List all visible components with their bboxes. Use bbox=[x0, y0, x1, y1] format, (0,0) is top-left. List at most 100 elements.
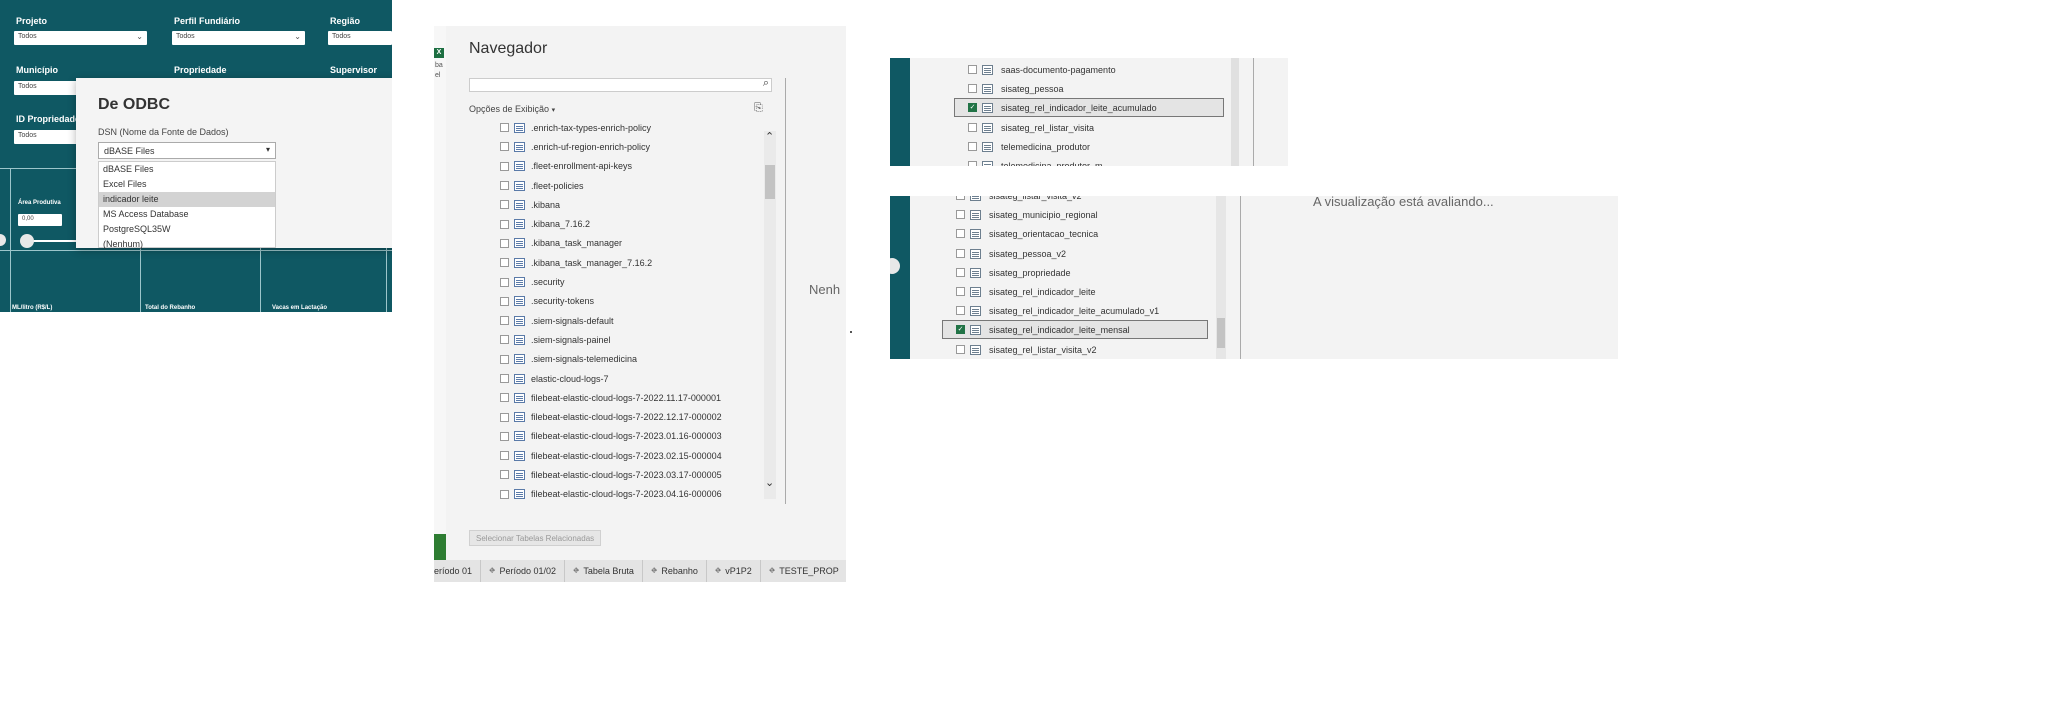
sheet-tab[interactable]: ⛖ TESTE_PROP bbox=[761, 560, 846, 582]
filter-projeto-select[interactable]: Todos ⌄ bbox=[14, 31, 147, 45]
list-item[interactable]: sisateg_propriedade bbox=[956, 263, 1071, 282]
checkbox[interactable] bbox=[956, 229, 965, 238]
dsn-option-highlighted[interactable]: indicador leite bbox=[99, 192, 275, 207]
dsn-option[interactable]: MS Access Database bbox=[99, 207, 275, 222]
checkbox-checked[interactable]: ✓ bbox=[968, 103, 977, 112]
checkbox[interactable] bbox=[500, 470, 509, 480]
list-item[interactable]: sisateg_municipio_regional bbox=[956, 205, 1098, 224]
checkbox[interactable] bbox=[500, 200, 509, 210]
list-item[interactable]: .fleet-policies bbox=[500, 176, 770, 195]
checkbox[interactable] bbox=[500, 451, 509, 461]
checkbox[interactable] bbox=[500, 219, 509, 229]
refresh-icon[interactable]: ⎘ bbox=[754, 102, 763, 115]
search-icon[interactable]: ⌕ bbox=[763, 77, 769, 90]
dsn-select[interactable]: dBASE Files ▾ bbox=[98, 142, 276, 159]
scrollbar-thumb[interactable] bbox=[1217, 318, 1225, 348]
list-item[interactable]: sisateg_rel_listar_visita bbox=[968, 118, 1094, 137]
checkbox[interactable] bbox=[500, 277, 509, 287]
checkbox[interactable] bbox=[500, 335, 509, 345]
list-item[interactable]: .siem-signals-default bbox=[500, 311, 770, 330]
navigator-search-input[interactable]: ⌕ bbox=[469, 77, 772, 92]
checkbox[interactable] bbox=[968, 161, 977, 166]
checkbox[interactable] bbox=[500, 296, 509, 306]
checkbox-checked[interactable]: ✓ bbox=[956, 325, 965, 334]
checkbox[interactable] bbox=[500, 354, 509, 364]
sheet-tab[interactable]: ⛖ Período 01/02 bbox=[481, 560, 565, 582]
dsn-option[interactable]: PostgreSQL35W bbox=[99, 222, 275, 237]
list-item[interactable]: .kibana_task_manager bbox=[500, 234, 770, 253]
scrollbar[interactable] bbox=[1216, 196, 1226, 359]
select-related-tables-button[interactable]: Selecionar Tabelas Relacionadas bbox=[469, 530, 602, 546]
checkbox[interactable] bbox=[500, 123, 509, 133]
checkbox[interactable] bbox=[956, 210, 965, 219]
checkbox[interactable] bbox=[956, 287, 965, 296]
checkbox[interactable] bbox=[956, 345, 965, 354]
list-item[interactable]: .siem-signals-painel bbox=[500, 330, 770, 349]
list-item[interactable]: sisateg_rel_indicador_leite bbox=[956, 282, 1096, 301]
checkbox[interactable] bbox=[500, 489, 509, 499]
checkbox[interactable] bbox=[500, 431, 509, 441]
list-item[interactable]: elastic-cloud-logs-7 bbox=[500, 369, 770, 388]
checkbox[interactable] bbox=[968, 65, 977, 74]
list-item[interactable]: .kibana_task_manager_7.16.2 bbox=[500, 253, 770, 272]
list-item[interactable]: filebeat-elastic-cloud-logs-7-2022.11.17… bbox=[500, 388, 770, 407]
list-item[interactable]: .siem-signals-telemedicina bbox=[500, 350, 770, 369]
list-item[interactable]: telemedicina_produtor bbox=[968, 137, 1090, 156]
list-item[interactable]: saas-documento-pagamento bbox=[968, 60, 1116, 79]
list-item[interactable]: .enrich-tax-types-enrich-policy bbox=[500, 118, 770, 137]
checkbox[interactable] bbox=[500, 142, 509, 152]
dsn-option[interactable]: (Nenhum) bbox=[99, 237, 275, 252]
list-item[interactable]: filebeat-elastic-cloud-logs-7-2023.02.15… bbox=[500, 446, 770, 465]
checkbox[interactable] bbox=[956, 268, 965, 277]
checkbox[interactable] bbox=[500, 316, 509, 326]
checkbox[interactable] bbox=[500, 238, 509, 248]
list-item[interactable]: sisateg_rel_indicador_leite_acumulado_v1 bbox=[956, 301, 1159, 320]
area-min-input[interactable]: 0,00 bbox=[18, 214, 62, 226]
slider-handle[interactable] bbox=[0, 234, 6, 246]
filter-municipio-select[interactable]: Todos bbox=[14, 81, 84, 95]
sheet-tab[interactable]: ⛖ Tabela Bruta bbox=[565, 560, 643, 582]
dsn-option[interactable]: dBASE Files bbox=[99, 162, 275, 177]
list-item[interactable]: sisateg_rel_listar_visita_v2 bbox=[956, 340, 1097, 359]
sheet-tab[interactable]: eríodo 01 bbox=[434, 560, 482, 582]
chevron-down-icon[interactable]: ⌄ bbox=[765, 476, 774, 489]
checkbox[interactable] bbox=[968, 84, 977, 93]
checkbox[interactable] bbox=[500, 374, 509, 383]
checkbox[interactable] bbox=[968, 123, 977, 132]
sheet-tab[interactable]: ⛖ Rebanho bbox=[643, 560, 707, 582]
list-item[interactable]: sisateg_pessoa bbox=[968, 79, 1064, 98]
list-item[interactable]: .kibana_7.16.2 bbox=[500, 214, 770, 233]
list-item[interactable]: filebeat-elastic-cloud-logs-7-2023.04.16… bbox=[500, 485, 770, 504]
filter-perfil-select[interactable]: Todos ⌄ bbox=[172, 31, 305, 45]
checkbox[interactable] bbox=[956, 306, 965, 315]
list-item[interactable]: .fleet-enrollment-api-keys bbox=[500, 157, 770, 176]
chevron-up-icon[interactable]: ⌃ bbox=[765, 130, 774, 143]
checkbox[interactable] bbox=[968, 142, 977, 151]
list-item[interactable]: sisateg_pessoa_v2 bbox=[956, 244, 1066, 263]
list-item[interactable]: filebeat-elastic-cloud-logs-7-2023.03.17… bbox=[500, 465, 770, 484]
display-options-button[interactable]: Opções de Exibição ▾ bbox=[469, 104, 555, 114]
checkbox[interactable] bbox=[500, 393, 509, 403]
scrollbar[interactable] bbox=[1231, 58, 1239, 166]
dsn-option[interactable]: Excel Files bbox=[99, 177, 275, 192]
list-item-selected[interactable]: ✓ sisateg_rel_indicador_leite_acumulado bbox=[954, 98, 1224, 117]
filter-id-propriedade-select[interactable]: Todos bbox=[14, 130, 84, 144]
list-item[interactable]: .kibana bbox=[500, 195, 770, 214]
checkbox[interactable] bbox=[500, 181, 509, 191]
list-item-selected[interactable]: ✓ sisateg_rel_indicador_leite_mensal bbox=[942, 320, 1208, 339]
checkbox[interactable] bbox=[500, 161, 509, 171]
list-item[interactable]: .enrich-uf-region-enrich-policy bbox=[500, 137, 770, 156]
list-item[interactable]: sisateg_orientacao_tecnica bbox=[956, 224, 1098, 243]
list-item[interactable]: .security-tokens bbox=[500, 292, 770, 311]
sheet-tab[interactable]: ⛖ vP1P2 bbox=[707, 560, 761, 582]
list-item[interactable]: filebeat-elastic-cloud-logs-7-2022.12.17… bbox=[500, 407, 770, 426]
tree-scrollbar[interactable] bbox=[764, 131, 776, 499]
checkbox[interactable] bbox=[500, 412, 509, 422]
checkbox[interactable] bbox=[956, 249, 965, 258]
area-slider-handle[interactable] bbox=[20, 234, 34, 248]
scrollbar-thumb[interactable] bbox=[765, 165, 775, 199]
list-item[interactable]: telemedicina_produtor_m bbox=[968, 156, 1103, 166]
filter-regiao-select[interactable]: Todos bbox=[328, 31, 392, 45]
checkbox[interactable] bbox=[500, 258, 509, 268]
list-item[interactable]: .security bbox=[500, 272, 770, 291]
